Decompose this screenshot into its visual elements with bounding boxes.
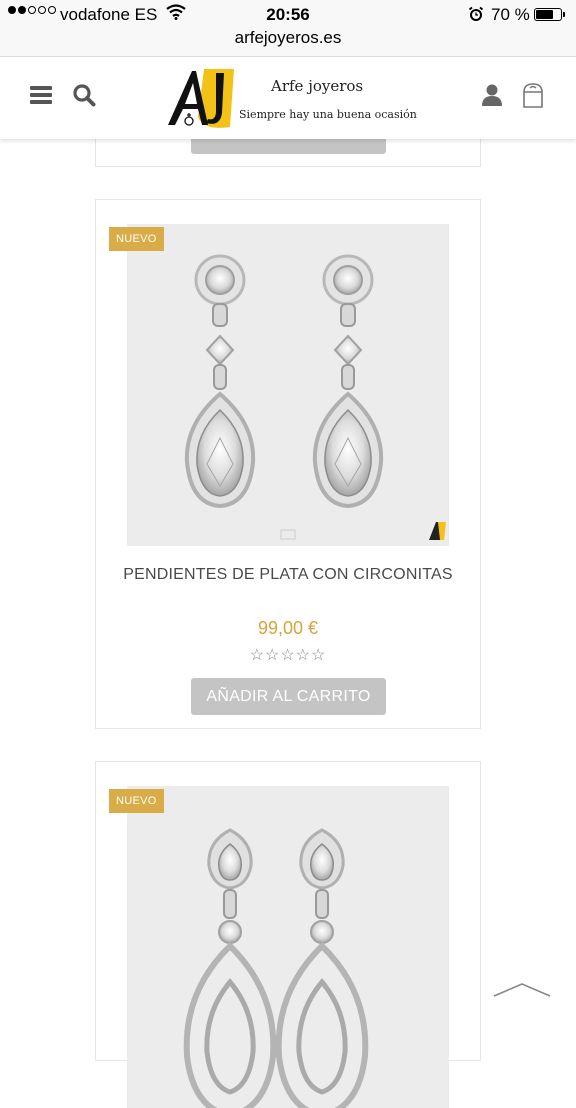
search-icon[interactable]	[72, 83, 96, 107]
clock-time: 20:56	[266, 5, 310, 24]
earrings-image	[127, 224, 449, 546]
earrings-image	[127, 786, 449, 1108]
product-card: NUEVO	[95, 199, 481, 729]
shopping-bag-icon[interactable]	[522, 81, 544, 109]
battery-icon	[534, 8, 565, 21]
rating-stars: ☆☆☆☆☆	[249, 647, 327, 664]
site-header: Arfe joyeros Siempre hay una buena ocasi…	[0, 57, 576, 139]
address-bar-url[interactable]: arfejoyeros.es	[0, 28, 576, 48]
brand-tagline: Siempre hay una buena ocasión	[239, 108, 417, 121]
product-price: 99,00 €	[257, 618, 319, 638]
product-image[interactable]	[127, 224, 449, 546]
browser-status-bar: vodafone ES 20:56 70 % arfejoyeros.es	[0, 0, 576, 57]
alarm-clock-icon	[468, 6, 484, 21]
product-image[interactable]	[127, 786, 449, 1108]
user-icon[interactable]	[481, 83, 503, 107]
product-card: NUEVO	[95, 761, 481, 1108]
brand-name[interactable]: Arfe joyeros	[271, 77, 363, 95]
battery-percentage: 70 %	[491, 5, 530, 24]
status-row: vodafone ES 20:56 70 %	[0, 0, 576, 30]
add-to-cart-button[interactable]: AÑADIR AL CARRITO	[191, 678, 386, 715]
menu-icon[interactable]	[30, 86, 52, 104]
new-badge: NUEVO	[109, 789, 164, 813]
new-badge: NUEVO	[109, 227, 164, 251]
product-title[interactable]: PENDIENTES DE PLATA CON CIRCONITAS	[96, 566, 480, 584]
arfe-joyeros-logo[interactable]	[164, 65, 236, 129]
scroll-to-top-icon[interactable]	[492, 980, 552, 1000]
